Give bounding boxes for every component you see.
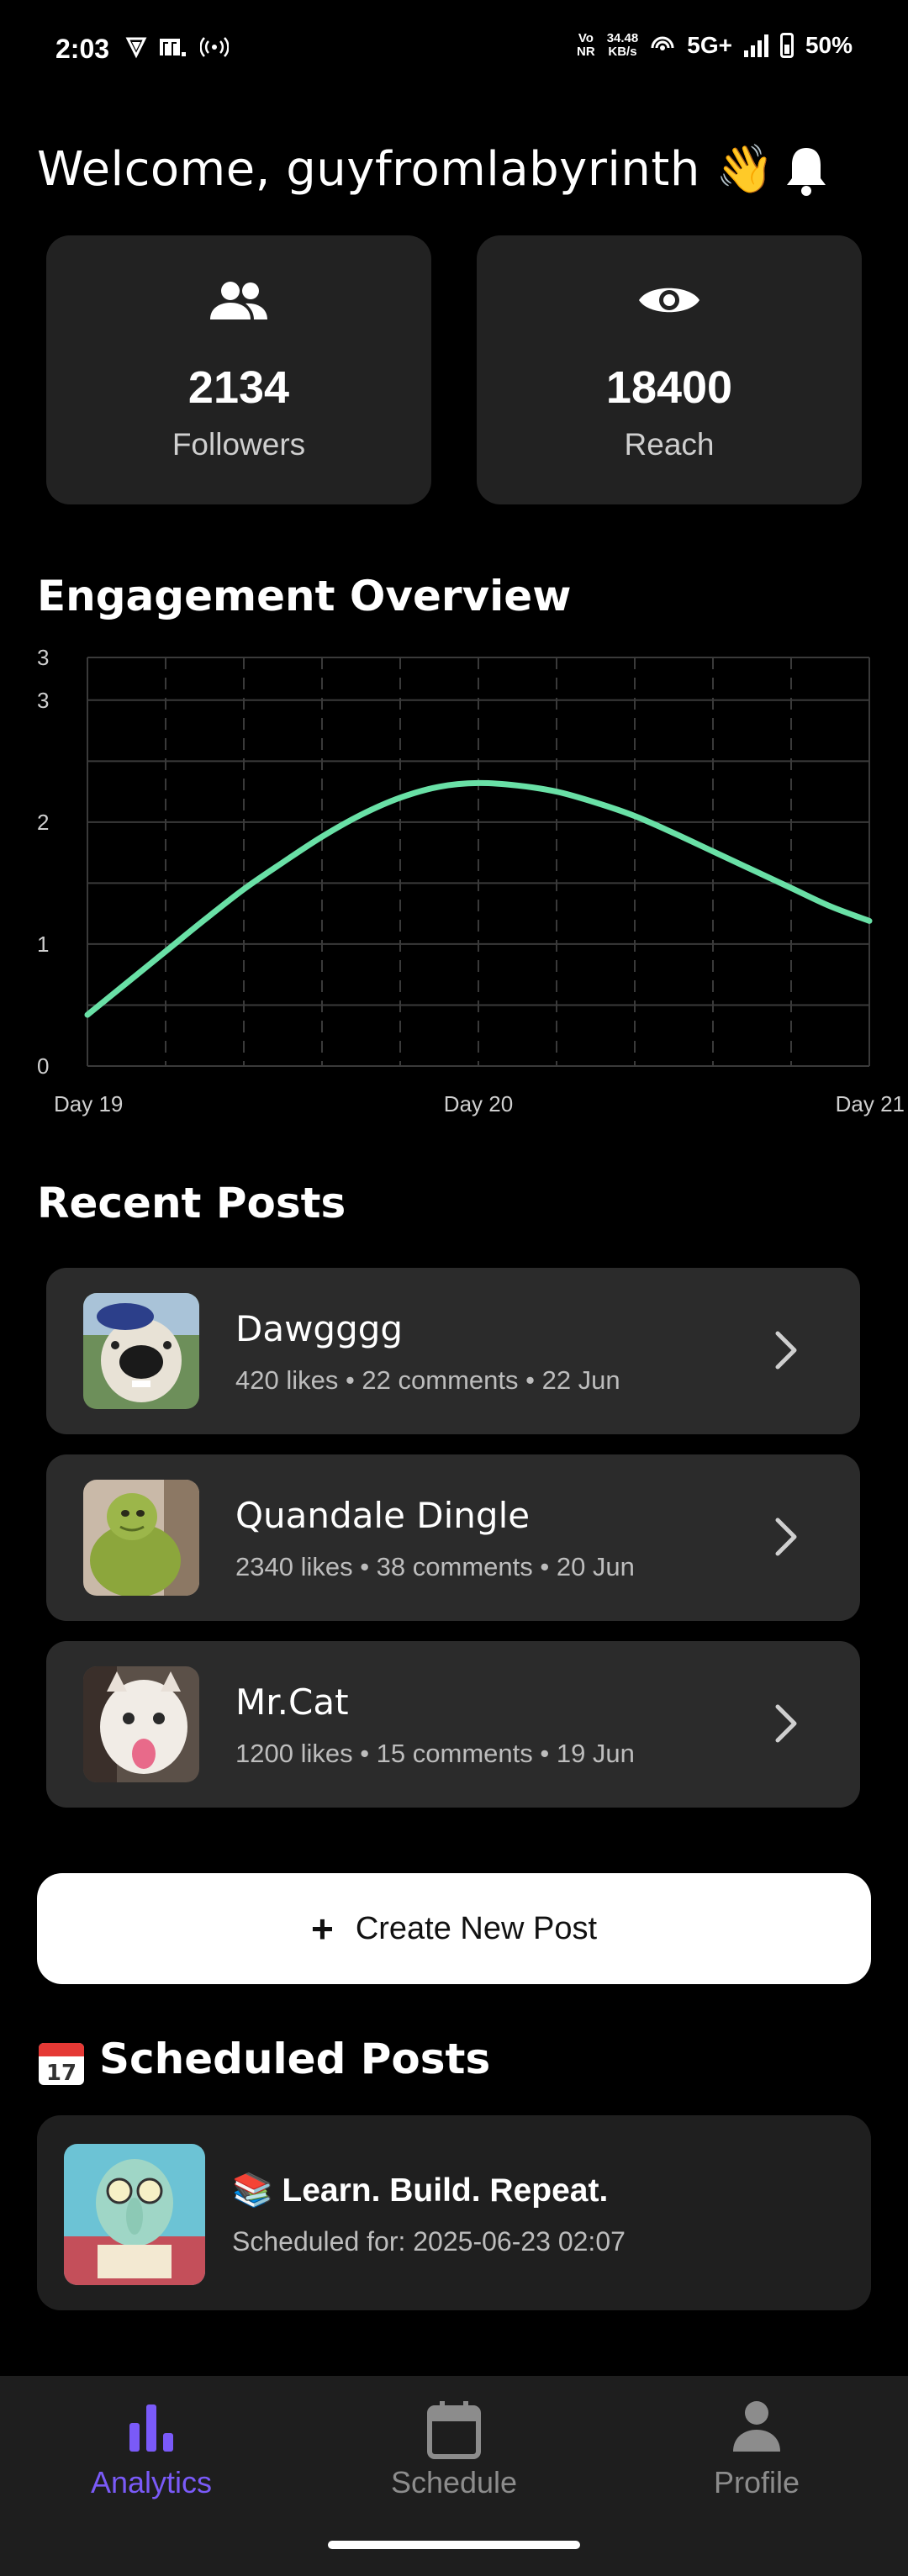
network-speed: 34.48 KB/s xyxy=(607,32,639,59)
scheduled-post-thumbnail xyxy=(64,2144,205,2285)
reach-label: Reach xyxy=(624,427,715,462)
x-tick-label: Day 19 xyxy=(54,1091,123,1116)
scheduled-post-card[interactable]: 📚 Learn. Build. Repeat. Scheduled for: 2… xyxy=(37,2115,871,2310)
wifi-calling-icon xyxy=(651,36,674,50)
status-time: 2:03 xyxy=(55,34,110,64)
nav-schedule[interactable]: Schedule xyxy=(303,2376,605,2544)
recent-posts-title: Recent Posts xyxy=(37,1179,346,1227)
engagement-chart: 0 1 2 3 3 Day 19 Day 20 Day 21 xyxy=(37,645,905,1116)
app-m-icon xyxy=(160,39,186,56)
post-card-dawgggg[interactable]: Dawgggg 420 likes • 22 comments • 22 Jun xyxy=(46,1268,860,1434)
calendar-emoji-icon: 17 xyxy=(39,2043,84,2086)
scheduled-post-title: 📚 Learn. Build. Repeat. xyxy=(232,2172,609,2209)
y-tick-label: 1 xyxy=(37,932,49,957)
x-tick-label: Day 20 xyxy=(444,1091,513,1116)
y-tick-label: 0 xyxy=(37,1053,49,1079)
signal-icon xyxy=(743,34,768,57)
battery-percent: 50% xyxy=(805,32,853,58)
engagement-series-line xyxy=(84,779,873,1018)
battery-icon xyxy=(779,33,794,58)
nav-profile[interactable]: Profile xyxy=(605,2376,908,2544)
post-thumbnail xyxy=(83,1480,199,1596)
plus-icon: + xyxy=(310,1907,334,1950)
reach-card: 18400 Reach xyxy=(477,235,862,504)
welcome-heading: Welcome, guyfromlabyrinth 👋 xyxy=(37,142,775,197)
post-title: Mr.Cat xyxy=(235,1681,349,1723)
scheduled-post-time: Scheduled for: 2025-06-23 02:07 xyxy=(232,2226,626,2257)
hotspot-icon xyxy=(200,37,229,57)
volte-bottom-text: NR xyxy=(577,45,595,59)
y-tick-label: 3 xyxy=(37,645,49,670)
calendar-icon xyxy=(427,2401,481,2459)
create-new-post-button[interactable]: + Create New Post xyxy=(37,1873,871,1984)
nav-profile-label: Profile xyxy=(713,2465,800,2499)
status-system-icons: Vo NR 34.48 KB/s 5G+ 50% xyxy=(577,32,853,59)
bar-chart-icon xyxy=(129,2404,173,2452)
followers-value: 2134 xyxy=(187,362,290,413)
nav-analytics[interactable]: Analytics xyxy=(0,2376,303,2544)
nav-schedule-label: Schedule xyxy=(390,2465,518,2499)
speed-unit: KB/s xyxy=(608,45,637,59)
chevron-right-icon xyxy=(775,1331,797,1370)
post-meta: 420 likes • 22 comments • 22 Jun xyxy=(235,1365,620,1395)
engagement-title: Engagement Overview xyxy=(37,572,572,620)
svg-text:17: 17 xyxy=(46,2061,77,2086)
x-tick-label: Day 21 xyxy=(836,1091,905,1116)
followers-card: 2134 Followers xyxy=(46,235,431,504)
y-tick-label: 3 xyxy=(37,688,49,713)
post-card-mr-cat[interactable]: Mr.Cat 1200 likes • 15 comments • 19 Jun xyxy=(46,1641,860,1808)
post-meta: 2340 likes • 38 comments • 20 Jun xyxy=(235,1552,635,1581)
network-type: 5G+ xyxy=(687,32,732,58)
reach-value: 18400 xyxy=(605,362,733,413)
eye-icon xyxy=(639,288,699,313)
status-notification-icons xyxy=(124,35,229,59)
post-thumbnail xyxy=(83,1293,199,1409)
chevron-right-icon xyxy=(775,1518,797,1556)
notification-bell-icon[interactable] xyxy=(782,143,831,198)
chevron-right-icon xyxy=(775,1704,797,1743)
speed-value: 34.48 xyxy=(606,31,639,45)
volte-top-text: Vo xyxy=(578,31,594,45)
y-tick-label: 2 xyxy=(37,810,49,835)
post-card-quandale-dingle[interactable]: Quandale Dingle 2340 likes • 38 comments… xyxy=(46,1454,860,1621)
post-meta: 1200 likes • 15 comments • 19 Jun xyxy=(235,1739,635,1768)
home-indicator[interactable] xyxy=(328,2541,580,2549)
nav-analytics-label: Analytics xyxy=(90,2465,213,2499)
post-thumbnail xyxy=(83,1666,199,1782)
person-icon xyxy=(733,2401,780,2452)
volte-indicator: Vo NR xyxy=(577,32,595,59)
followers-label: Followers xyxy=(172,427,306,462)
status-bar: 2:03 Vo NR 34.48 KB/s 5G+ 50% xyxy=(0,0,908,104)
post-title: Quandale Dingle xyxy=(235,1495,531,1536)
post-title: Dawgggg xyxy=(235,1308,404,1349)
vpn-shield-icon xyxy=(125,37,147,59)
create-new-post-label: Create New Post xyxy=(355,1910,598,1946)
scheduled-posts-title: Scheduled Posts xyxy=(99,2035,491,2083)
people-icon xyxy=(210,282,267,319)
